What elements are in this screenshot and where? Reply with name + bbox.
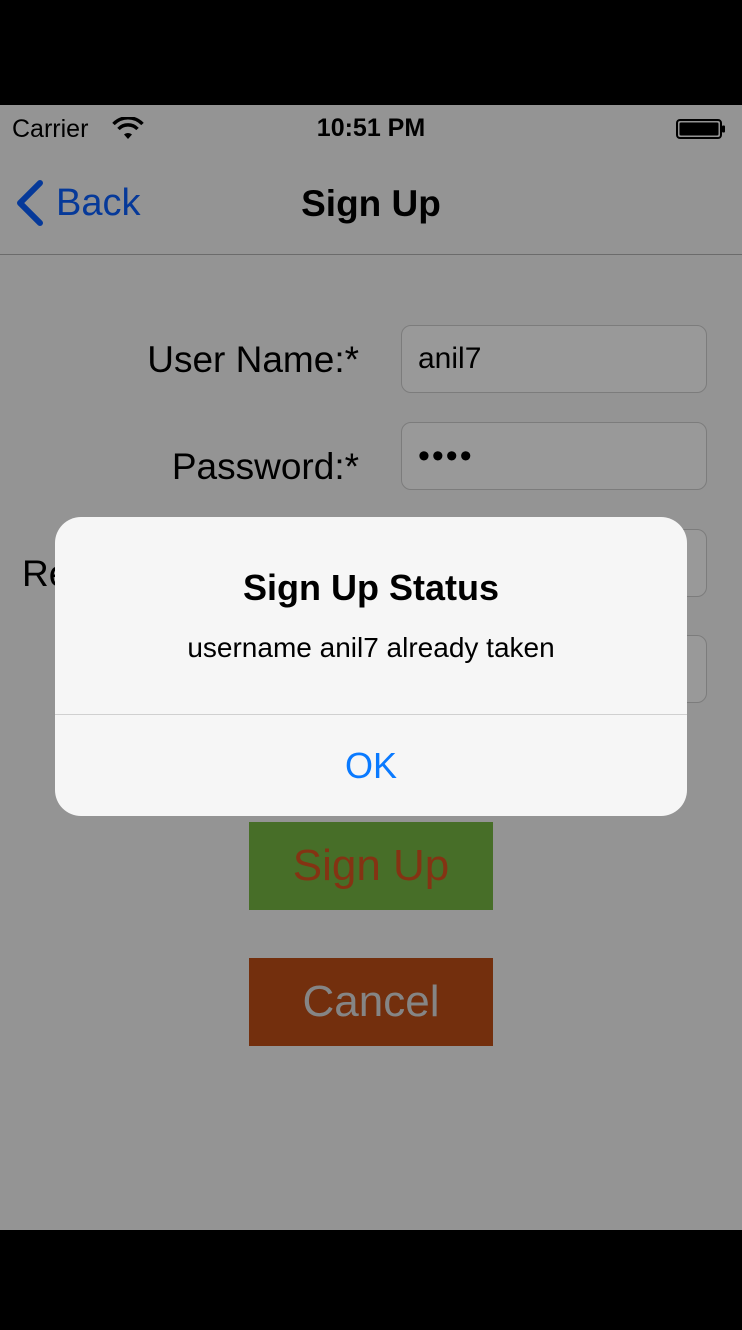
alert-message: username anil7 already taken xyxy=(187,632,555,663)
letterbox-top xyxy=(0,0,742,105)
letterbox-bottom xyxy=(0,1230,742,1330)
alert-ok-button[interactable]: OK xyxy=(55,715,687,816)
alert-title: Sign Up Status xyxy=(242,567,499,608)
app-screen: Carrier 10:51 PM Back Sign Up User Name:… xyxy=(0,105,742,1230)
alert-dialog: Sign Up Status username anil7 already ta… xyxy=(55,517,687,816)
